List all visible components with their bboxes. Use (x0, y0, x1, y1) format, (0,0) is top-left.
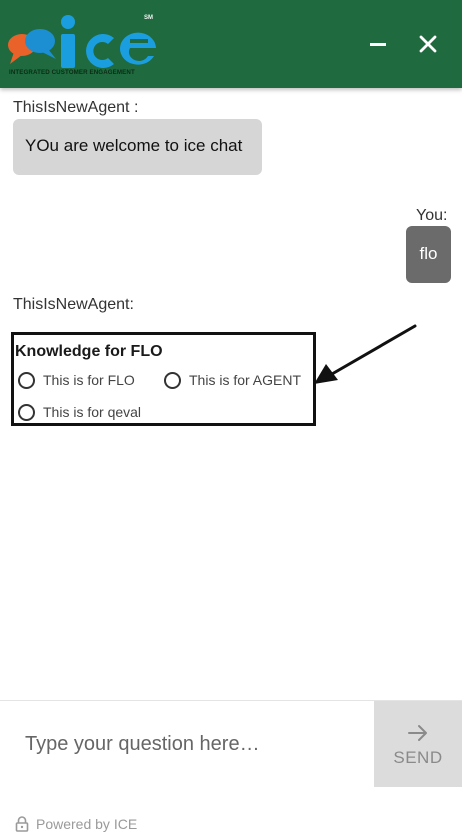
user-message-bubble: flo (406, 226, 451, 283)
knowledge-option-label: This is for qeval (43, 404, 142, 420)
user-sender-label: You: (416, 207, 448, 224)
agent-sender-label-2: ThisIsNewAgent: (13, 296, 134, 313)
send-label: SEND (393, 748, 443, 767)
knowledge-option-qeval[interactable]: This is for qeval (18, 403, 158, 423)
knowledge-option-label: This is for AGENT (189, 372, 302, 388)
agent-sender-label: ThisIsNewAgent : (13, 99, 139, 116)
radio-button-icon[interactable] (18, 372, 35, 389)
powered-by-text: Powered by ICE (36, 816, 138, 832)
chat-header: SM INTEGRATED CUSTOMER ENGAGEMENT (0, 0, 462, 88)
radio-button-icon[interactable] (164, 372, 181, 389)
radio-button-icon[interactable] (18, 404, 35, 421)
knowledge-option-label: This is for FLO (43, 372, 135, 388)
close-button[interactable] (414, 30, 442, 58)
knowledge-option-agent[interactable]: This is for AGENT (164, 371, 314, 391)
service-mark: SM (144, 15, 153, 21)
logo-tagline: INTEGRATED CUSTOMER ENGAGEMENT (9, 69, 135, 76)
lock-icon (15, 816, 29, 832)
annotation-arrow-icon (314, 324, 417, 384)
close-icon (419, 35, 437, 53)
knowledge-options-box: Knowledge for FLO This is for FLO This i… (11, 332, 316, 426)
message-composer: SEND (0, 700, 462, 787)
knowledge-option-flo[interactable]: This is for FLO (18, 371, 153, 391)
question-input[interactable] (0, 701, 374, 787)
minimize-icon (370, 43, 386, 46)
minimize-button[interactable] (364, 30, 392, 58)
knowledge-title: Knowledge for FLO (15, 343, 163, 360)
agent-message-bubble: YOu are welcome to ice chat (13, 119, 262, 175)
send-button[interactable]: SEND (374, 701, 462, 787)
arrow-right-icon (408, 725, 427, 741)
